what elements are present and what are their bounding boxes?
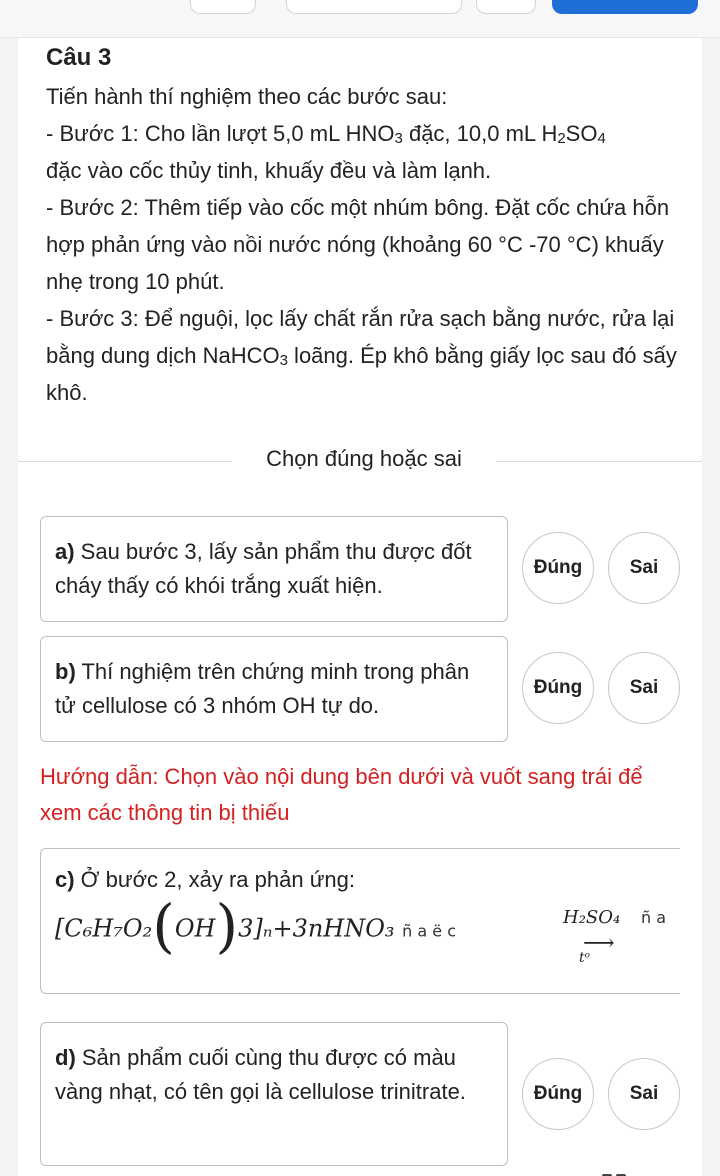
formula-part: 3]ₙ+3nHNO₃ (238, 914, 395, 943)
subscript: 4 (597, 130, 606, 147)
statement-c[interactable]: c) Ở bước 2, xảy ra phản ứng: [C₆H₇O₂(OH… (40, 848, 680, 994)
top-navigation-bar (0, 0, 720, 38)
submit-button[interactable] (552, 0, 698, 14)
statement-b: b) Thí nghiệm trên chứng minh trong phân… (40, 636, 508, 742)
statement-a: a) Sau bước 3, lấy sản phẩm thu được đốt… (40, 516, 508, 622)
formula-part: [C₆H₇O₂ (55, 914, 153, 943)
step-2: - Bước 2: Thêm tiếp vào cốc một nhúm bôn… (46, 195, 670, 294)
formula-garbled-text: ñ a (641, 908, 667, 927)
statement-text: Sau bước 3, lấy sản phẩm thu được đốt ch… (55, 539, 472, 598)
formula-part: OH (174, 914, 216, 943)
arrow-condition-bottom: tᵒ (579, 950, 591, 966)
statement-d-true-button[interactable]: Đúng (522, 1058, 594, 1130)
reaction-arrow: H₂SO₄ ⟶ tᵒ (543, 901, 633, 971)
section-title: Chọn đúng hoặc sai (266, 446, 462, 471)
statement-label: d) (55, 1045, 76, 1070)
subscript: 3 (394, 130, 403, 147)
question-card: Câu 3 Tiến hành thí nghiệm theo các bước… (18, 38, 702, 1176)
statement-label: b) (55, 659, 76, 684)
step-1-part: - Bước 1: Cho lần lượt 5,0 mL HNO (46, 121, 395, 146)
question-intro: Tiến hành thí nghiệm theo các bước sau: (46, 84, 448, 109)
statement-text: Ở bước 2, xảy ra phản ứng: (74, 867, 355, 892)
statement-label: a) (55, 539, 75, 564)
formula-paren: ( (152, 892, 175, 960)
subscript: 3 (279, 352, 288, 369)
statement-d-false-button[interactable]: Sai (608, 1058, 680, 1130)
statement-b-false-button[interactable]: Sai (608, 652, 680, 724)
statement-label: c) (55, 867, 75, 892)
step-1: - Bước 1: Cho lần lượt 5,0 mL HNO3 đặc, … (46, 115, 686, 152)
formula-garbled-text: ñ a ë c (402, 921, 456, 941)
hint-text: Hướng dẫn: Chọn vào nội dung bên dưới và… (40, 764, 643, 825)
step-1-part: SO (565, 121, 598, 146)
statement-b-true-button[interactable]: Đúng (522, 652, 594, 724)
divider (18, 461, 232, 462)
statement-a-true-button[interactable]: Đúng (522, 532, 594, 604)
statement-a-false-button[interactable]: Sai (608, 532, 680, 604)
question-text: Tiến hành thí nghiệm theo các bước sau: … (46, 78, 686, 411)
statement-text: Sản phẩm cuối cùng thu được có màu vàng … (55, 1045, 466, 1104)
question-tab-1[interactable] (190, 0, 256, 14)
step-1-continued: đặc vào cốc thủy tinh, khuấy đều và làm … (46, 158, 492, 183)
divider (496, 461, 702, 462)
statement-text: Thí nghiệm trên chứng minh trong phân tử… (55, 659, 470, 718)
question-tab-2[interactable] (286, 0, 462, 14)
question-tab-3[interactable] (476, 0, 536, 14)
statement-d: d) Sản phẩm cuối cùng thu được có màu và… (40, 1022, 508, 1166)
step-3: - Bước 3: Để nguội, lọc lấy chất rắn rửa… (46, 300, 686, 411)
reaction-equation: [C₆H₇O₂(OH)3]ₙ+3nHNO₃ ñ a ë c H₂SO₄ ⟶ tᵒ… (55, 897, 667, 971)
step-1-part: đặc, 10,0 mL H (402, 121, 558, 146)
subscript: 2 (557, 130, 566, 147)
question-title: Câu 3 (46, 44, 112, 71)
formula-paren: ) (215, 892, 239, 960)
